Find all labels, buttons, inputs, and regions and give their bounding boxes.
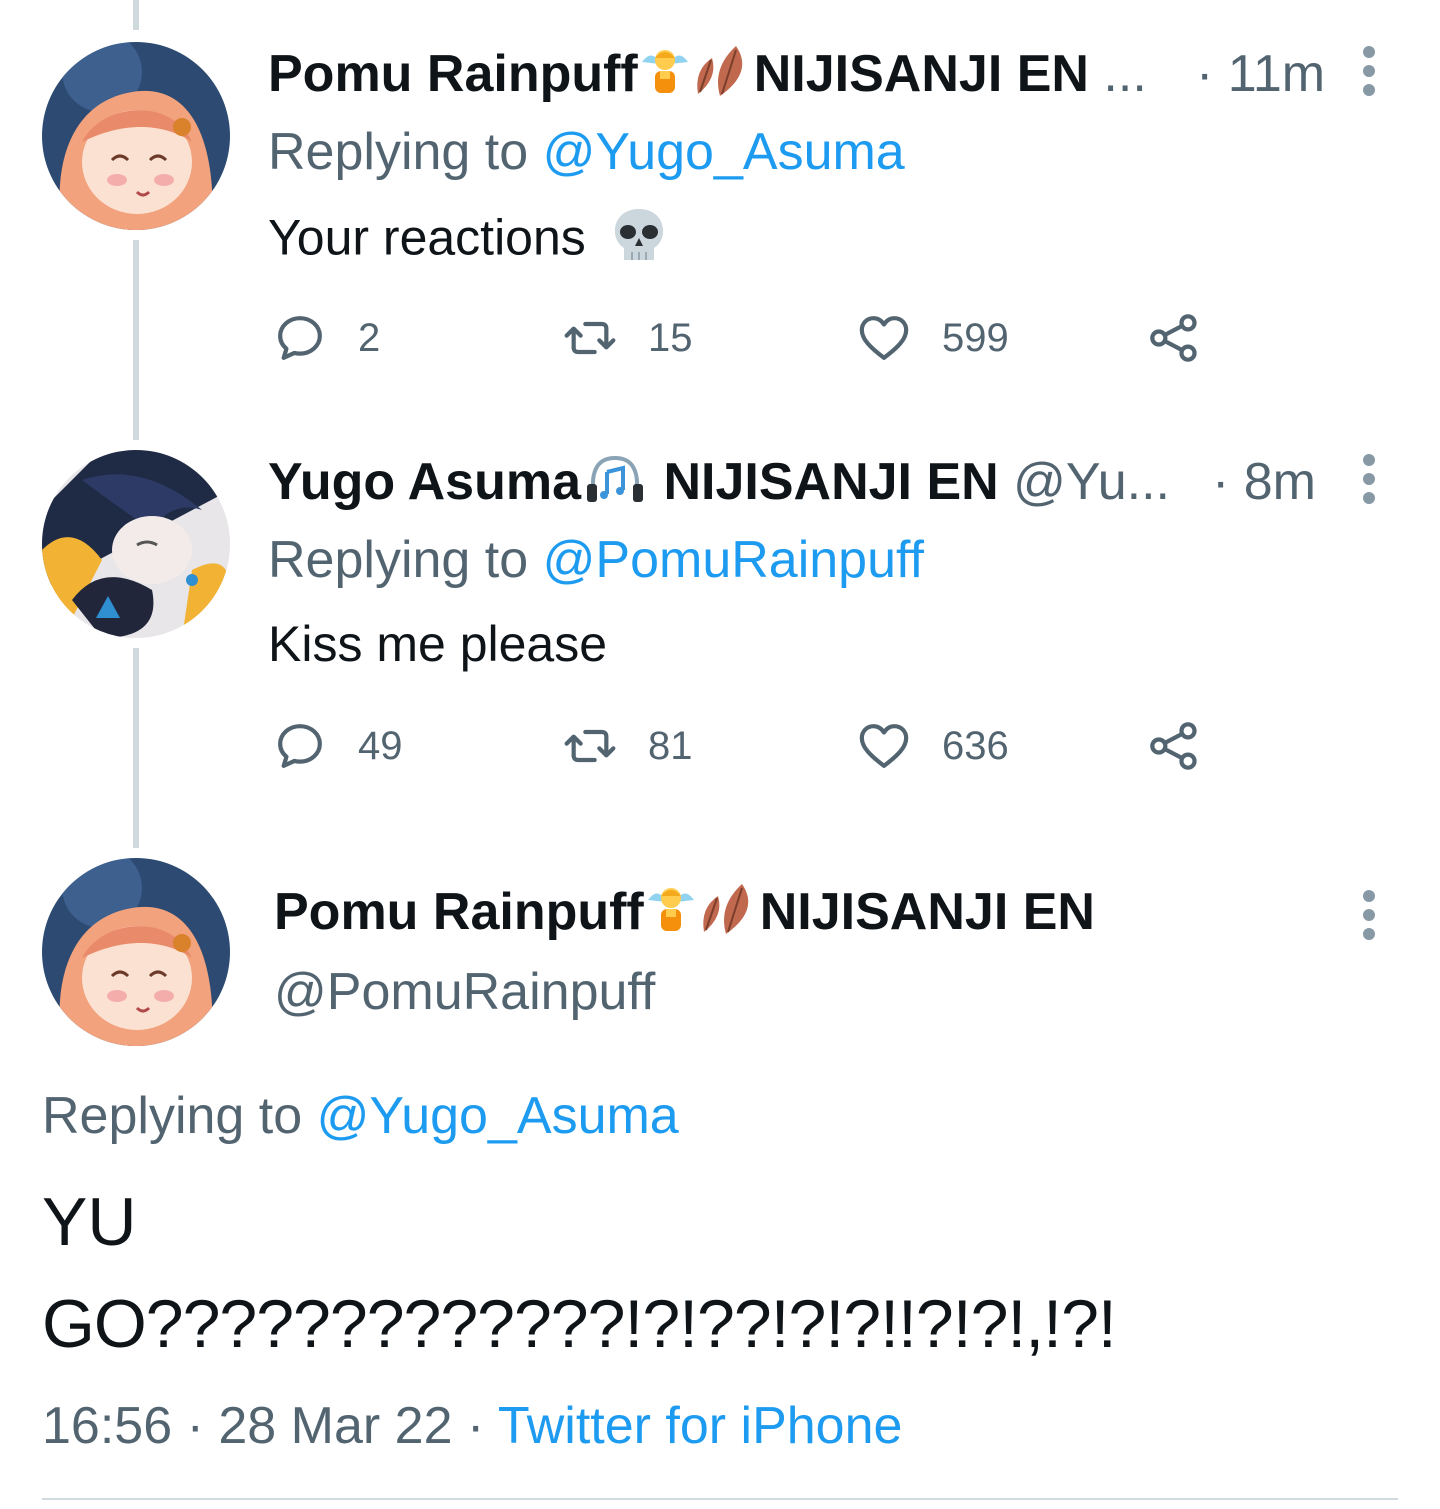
focused-replying: Replying to @Yugo_Asuma bbox=[42, 1086, 679, 1146]
tweet-2-affiliation[interactable]: NIJISANJI EN bbox=[663, 453, 998, 511]
focused-affiliation[interactable]: NIJISANJI EN bbox=[760, 883, 1095, 941]
like-count: 599 bbox=[942, 315, 1009, 360]
tweet-1-affiliation[interactable]: NIJISANJI EN bbox=[754, 45, 1089, 103]
like-icon bbox=[859, 724, 909, 768]
separator: · bbox=[466, 1397, 485, 1455]
thread-line-top bbox=[133, 0, 139, 30]
tweet-1-header: Pomu Rainpuff NIJISANJI EN ... bbox=[268, 44, 1147, 111]
like-button[interactable]: 636 bbox=[856, 718, 1009, 774]
thread-line-1 bbox=[133, 240, 139, 440]
focused-text-line-2: GO?????????????!?!??!?!?!!?!?!,!?! bbox=[42, 1286, 1117, 1362]
separator: · bbox=[186, 1397, 204, 1455]
replying-label: Replying to bbox=[268, 123, 529, 181]
replying-handle-link[interactable]: @Yugo_Asuma bbox=[543, 123, 905, 181]
focused-handle[interactable]: @PomuRainpuff bbox=[274, 962, 655, 1022]
tweet-2-replying: Replying to @PomuRainpuff bbox=[268, 530, 924, 590]
focused-text-line-1: YU bbox=[42, 1184, 137, 1260]
retweet-icon bbox=[564, 321, 616, 355]
like-count: 636 bbox=[942, 723, 1009, 768]
tweet-2-handle[interactable]: @Yu... bbox=[1013, 453, 1170, 511]
avatar-pomu[interactable] bbox=[42, 858, 230, 1046]
retweet-icon bbox=[564, 729, 616, 763]
more-icon[interactable] bbox=[1362, 890, 1376, 947]
tweet-2-time[interactable]: · 8m bbox=[1212, 452, 1316, 512]
replying-handle-link[interactable]: @PomuRainpuff bbox=[543, 531, 924, 589]
focused-header: Pomu Rainpuff NIJISANJI EN bbox=[274, 882, 1095, 949]
retweet-button[interactable]: 15 bbox=[562, 310, 693, 366]
fairy-emoji bbox=[638, 44, 692, 111]
thread-line-2 bbox=[133, 648, 139, 848]
reply-button[interactable]: 49 bbox=[272, 718, 403, 774]
tweet-date[interactable]: 28 Mar 22 bbox=[218, 1397, 452, 1455]
avatar-pomu[interactable] bbox=[42, 42, 230, 230]
leaf-emoji bbox=[698, 882, 760, 949]
reply-icon bbox=[278, 724, 322, 768]
reply-button[interactable]: 2 bbox=[272, 310, 380, 366]
share-button[interactable] bbox=[1146, 718, 1232, 774]
replying-handle-link[interactable]: @Yugo_Asuma bbox=[317, 1087, 679, 1145]
tweet-1-text-content: Your reactions bbox=[268, 209, 586, 266]
tweet-time[interactable]: 16:56 bbox=[42, 1397, 172, 1455]
headphones-emoji bbox=[581, 452, 649, 519]
more-icon[interactable] bbox=[1362, 46, 1376, 103]
reply-icon bbox=[278, 316, 322, 360]
retweet-count: 81 bbox=[648, 723, 693, 768]
tweet-1-display-name[interactable]: Pomu Rainpuff bbox=[268, 45, 638, 103]
share-icon bbox=[1150, 722, 1197, 770]
bottom-divider bbox=[42, 1498, 1398, 1500]
tweet-source-link[interactable]: Twitter for iPhone bbox=[498, 1397, 903, 1455]
fairy-emoji bbox=[644, 882, 698, 949]
tweet-2-display-name[interactable]: Yugo Asuma bbox=[268, 453, 581, 511]
avatar-yugo[interactable] bbox=[42, 450, 230, 638]
share-icon bbox=[1150, 314, 1197, 362]
tweet-2-text: Kiss me please bbox=[268, 616, 608, 672]
reply-count: 2 bbox=[358, 315, 381, 360]
tweet-1-replying: Replying to @Yugo_Asuma bbox=[268, 122, 905, 182]
like-icon bbox=[859, 316, 909, 360]
leaf-emoji bbox=[692, 44, 754, 111]
like-button[interactable]: 599 bbox=[856, 310, 1009, 366]
retweet-button[interactable]: 81 bbox=[562, 718, 693, 774]
focused-meta: 16:56 · 28 Mar 22 · Twitter for iPhone bbox=[42, 1396, 902, 1456]
replying-label: Replying to bbox=[268, 531, 529, 589]
tweet-1-handle[interactable]: ... bbox=[1103, 45, 1146, 103]
tweet-1-text: Your reactions bbox=[268, 206, 668, 277]
retweet-count: 15 bbox=[648, 315, 693, 360]
focused-display-name[interactable]: Pomu Rainpuff bbox=[274, 883, 644, 941]
replying-label: Replying to bbox=[42, 1087, 303, 1145]
share-button[interactable] bbox=[1146, 310, 1232, 366]
tweet-1-time[interactable]: · 11m bbox=[1196, 44, 1325, 104]
reply-count: 49 bbox=[358, 723, 403, 768]
skull-emoji bbox=[610, 206, 668, 277]
tweet-2-header: Yugo Asuma NIJISANJI EN @Yu... bbox=[268, 452, 1170, 519]
more-icon[interactable] bbox=[1362, 454, 1376, 511]
